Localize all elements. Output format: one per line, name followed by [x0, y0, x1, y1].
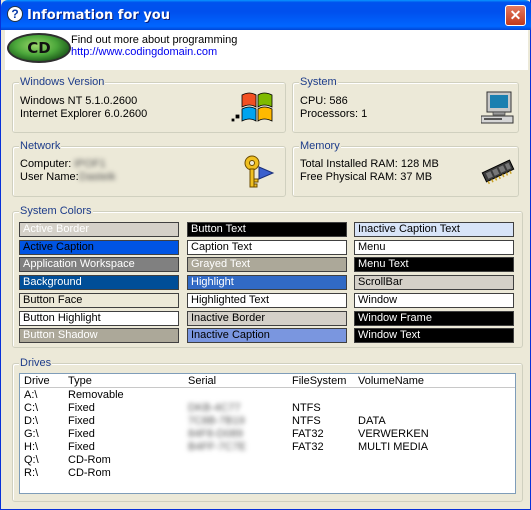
color-swatch: ScrollBar: [354, 275, 514, 291]
drive-filesystem: FAT32: [292, 441, 324, 453]
drive-serial: 7C8B-7B19: [188, 415, 245, 427]
color-swatch: Button Highlight: [19, 310, 179, 326]
drive-row[interactable]: G:\ Fixed 84F8-D089 FAT32 VERWERKEN: [20, 428, 515, 441]
drive-serial: 84F8-D089: [188, 428, 244, 440]
color-swatch: Active Caption: [19, 239, 179, 255]
column-header-filesystem[interactable]: FileSystem: [292, 375, 346, 387]
drive-type: Fixed: [68, 428, 95, 440]
drive-type: Fixed: [68, 402, 95, 414]
drive-type: Fixed: [68, 415, 95, 427]
windows-flag-icon: [231, 92, 273, 122]
drive-row[interactable]: D:\ Fixed 7C8B-7B19 NTFS DATA: [20, 415, 515, 428]
drive-letter: R:\: [24, 467, 39, 479]
column-header-drive[interactable]: Drive: [24, 375, 50, 387]
drive-filesystem: NTFS: [292, 402, 321, 414]
memory-group: Memory Total Installed RAM: 128 MB Free …: [292, 140, 519, 197]
user-name-label: User Name:: [20, 171, 79, 183]
color-swatch: Window Text: [354, 328, 514, 344]
banner-text: Find out more about programming: [71, 34, 238, 46]
system-legend: System: [299, 76, 338, 88]
drive-type: CD-Rom: [68, 454, 111, 466]
drive-letter: H:\: [24, 441, 39, 453]
color-swatch: Inactive Caption: [187, 328, 347, 344]
color-swatch: Button Face: [19, 292, 179, 308]
column-header-type[interactable]: Type: [68, 375, 92, 387]
key-icon: [244, 155, 275, 188]
color-swatch: Inactive Caption Text: [354, 222, 514, 237]
drive-type: Removable: [68, 389, 124, 401]
windows-version-group: Windows Version Windows NT 5.1.0.2600 In…: [12, 76, 286, 133]
drive-volume-name: VERWERKEN: [358, 428, 429, 440]
user-name: Dasteik: [79, 171, 116, 183]
window-title: Information for you: [27, 8, 170, 23]
color-swatch: Inactive Border: [187, 310, 347, 326]
drive-letter: D:\: [24, 415, 39, 427]
drive-letter: Q:\: [24, 454, 39, 466]
system-group: System CPU: 586 Processors: 1: [292, 76, 519, 133]
color-swatch: Background: [19, 275, 179, 291]
drive-filesystem: NTFS: [292, 415, 321, 427]
color-swatch: Application Workspace: [19, 257, 179, 273]
drive-volume-name: MULTI MEDIA: [358, 441, 429, 453]
codingdomain-logo: CD: [7, 33, 71, 63]
color-swatch: Window Frame: [354, 310, 514, 326]
computer-name: IPOF1: [74, 158, 106, 170]
close-button[interactable]: ✕: [505, 5, 526, 26]
network-group: Network Computer: IPOF1 User Name: Daste…: [12, 140, 286, 197]
drive-type: Fixed: [68, 441, 95, 453]
network-legend: Network: [19, 140, 62, 152]
drive-row[interactable]: A:\ Removable: [20, 389, 515, 402]
memory-chip-icon: [481, 159, 515, 185]
system-colors-group: System Colors Active Border Active Captio…: [12, 205, 523, 348]
computer-icon: [481, 91, 514, 124]
drive-row[interactable]: R:\ CD-Rom: [20, 467, 515, 480]
title-bar[interactable]: ? Information for you ✕: [1, 0, 531, 30]
information-window: ? Information for you ✕ CD Find out more…: [0, 0, 531, 510]
total-ram: Total Installed RAM: 128 MB: [300, 158, 439, 170]
drive-letter: A:\: [24, 389, 38, 401]
help-icon: ?: [7, 6, 23, 22]
color-swatch: Highlight: [187, 275, 347, 291]
color-swatch: Window: [354, 292, 514, 308]
ie-version: Internet Explorer 6.0.2600: [20, 108, 148, 120]
drive-row[interactable]: Q:\ CD-Rom: [20, 454, 515, 467]
color-swatch: Grayed Text: [187, 257, 347, 273]
drive-letter: C:\: [24, 402, 39, 414]
color-swatch: Menu: [354, 239, 514, 255]
color-swatch: Caption Text: [187, 239, 347, 255]
drive-row[interactable]: H:\ Fixed B4FF-7C7E FAT32 MULTI MEDIA: [20, 441, 515, 454]
drives-list[interactable]: Drive Type Serial FileSystem VolumeName …: [19, 373, 516, 494]
color-swatch: Menu Text: [354, 257, 514, 273]
column-header-volumename[interactable]: VolumeName: [358, 375, 424, 387]
processors-info: Processors: 1: [300, 108, 368, 120]
computer-label: Computer:: [20, 158, 72, 170]
system-colors-legend: System Colors: [19, 205, 93, 217]
drive-serial: B4FF-7C7E: [188, 441, 247, 453]
color-swatch: Highlighted Text: [187, 292, 347, 308]
drives-legend: Drives: [19, 357, 53, 369]
drive-row[interactable]: C:\ Fixed DKB-4C77 NTFS: [20, 402, 515, 415]
banner: CD Find out more about programming http:…: [5, 30, 528, 70]
column-header-serial[interactable]: Serial: [188, 375, 216, 387]
free-ram: Free Physical RAM: 37 MB: [300, 171, 433, 183]
drive-volume-name: DATA: [358, 415, 386, 427]
website-link[interactable]: http://www.codingdomain.com: [71, 46, 217, 58]
color-swatch: Button Text: [187, 222, 347, 237]
windows-version-legend: Windows Version: [19, 76, 106, 88]
drives-header: Drive Type Serial FileSystem VolumeName: [20, 374, 515, 388]
drive-letter: G:\: [24, 428, 39, 440]
drive-serial: DKB-4C77: [188, 402, 241, 414]
drive-filesystem: FAT32: [292, 428, 324, 440]
memory-legend: Memory: [299, 140, 341, 152]
color-swatch: Active Border: [19, 222, 179, 237]
color-swatch: Button Shadow: [19, 328, 179, 344]
cpu-info: CPU: 586: [300, 95, 348, 107]
drive-type: CD-Rom: [68, 467, 111, 479]
os-version: Windows NT 5.1.0.2600: [20, 95, 138, 107]
